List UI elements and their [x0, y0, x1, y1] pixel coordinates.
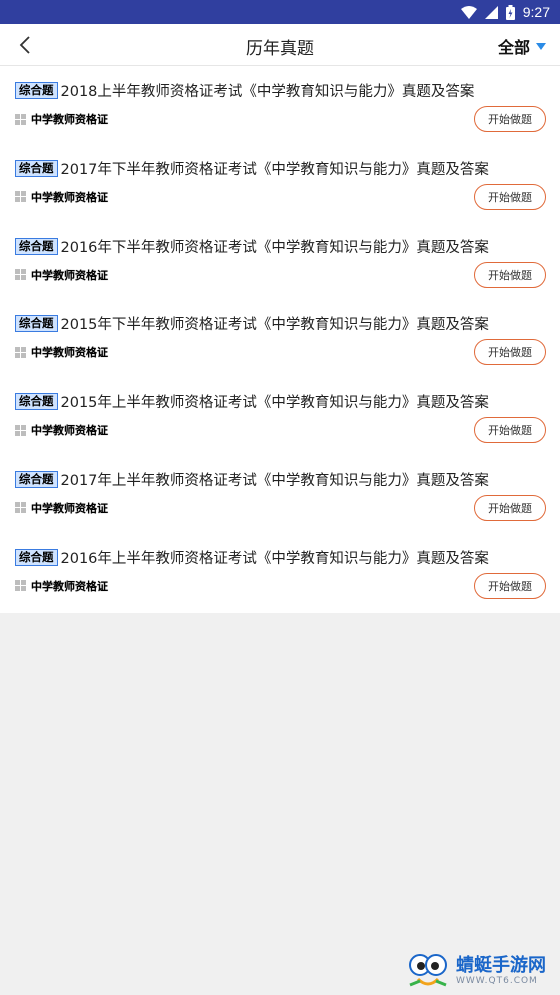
item-title-row: 综合题 2016年上半年教师资格证考试《中学教育知识与能力》真题及答案	[15, 547, 489, 568]
grid-icon	[15, 580, 26, 592]
watermark-url: WWW.QT6.COM	[456, 976, 538, 986]
item-category: 中学教师资格证	[31, 501, 108, 515]
item-meta: 中学教师资格证	[15, 500, 108, 516]
question-type-tag: 综合题	[15, 237, 58, 255]
filter-dropdown[interactable]: 全部	[498, 34, 546, 58]
item-meta: 中学教师资格证	[15, 267, 108, 283]
item-category: 中学教师资格证	[31, 579, 108, 593]
list-item[interactable]: 综合题 2017年下半年教师资格证考试《中学教育知识与能力》真题及答案中学教师资格…	[0, 144, 560, 222]
battery-icon	[505, 4, 515, 20]
question-type-tag: 综合题	[15, 159, 58, 177]
caret-down-icon	[536, 42, 546, 50]
item-meta: 中学教师资格证	[15, 344, 108, 360]
signal-icon	[484, 5, 498, 19]
grid-icon	[15, 424, 26, 436]
item-title-row: 综合题 2015年下半年教师资格证考试《中学教育知识与能力》真题及答案	[15, 313, 489, 334]
item-category: 中学教师资格证	[31, 424, 108, 438]
item-title-row: 综合题 2015年上半年教师资格证考试《中学教育知识与能力》真题及答案	[15, 391, 489, 412]
exam-list: 综合题 2018上半年教师资格证考试《中学教育知识与能力》真题及答案 中学教师资格证…	[0, 66, 560, 613]
item-category: 中学教师资格证	[31, 113, 108, 126]
status-time: 9:27	[522, 4, 550, 20]
item-category: 中学教师资格证	[31, 346, 108, 360]
grid-icon	[15, 191, 26, 203]
item-meta: 中学教师资格证	[15, 422, 108, 438]
question-type-tag: 综合题	[15, 82, 58, 99]
list-item[interactable]: 综合题 2017年上半年教师资格证考试《中学教育知识与能力》真题及答案中学教师资格…	[0, 455, 560, 533]
question-type-tag: 综合题	[15, 548, 58, 566]
wifi-icon	[460, 5, 477, 19]
item-title: 2016年上半年教师资格证考试《中学教育知识与能力》真题及答案	[60, 550, 489, 567]
grid-icon	[15, 113, 26, 125]
item-meta: 中学教师资格证	[15, 578, 108, 594]
start-practice-button[interactable]: 开始做题	[474, 261, 546, 288]
grid-icon	[15, 502, 26, 514]
start-practice-button[interactable]: 开始做题	[474, 417, 546, 444]
item-title-row: 综合题 2018上半年教师资格证考试《中学教育知识与能力》真题及答案	[15, 80, 474, 101]
filter-label: 全部	[497, 38, 530, 57]
item-title: 2017年下半年教师资格证考试《中学教育知识与能力》真题及答案	[60, 161, 489, 178]
item-title: 2015年下半年教师资格证考试《中学教育知识与能力》真题及答案	[60, 317, 489, 334]
watermark-name: 蜻蜓手游网	[456, 955, 546, 976]
toolbar: 历年真题 全部	[0, 24, 560, 66]
item-title: 2018上半年教师资格证考试《中学教育知识与能力》真题及答案	[60, 84, 475, 100]
item-title: 2017年上半年教师资格证考试《中学教育知识与能力》真题及答案	[60, 472, 489, 489]
item-category: 中学教师资格证	[31, 190, 108, 204]
question-type-tag: 综合题	[15, 470, 58, 488]
question-type-tag: 综合题	[15, 393, 58, 411]
page-title: 历年真题	[246, 39, 314, 59]
start-practice-button[interactable]: 开始做题	[474, 106, 546, 132]
question-type-tag: 综合题	[15, 315, 58, 333]
item-title-row: 综合题 2017年下半年教师资格证考试《中学教育知识与能力》真题及答案	[15, 158, 489, 179]
watermark: 蜻蜓手游网 WWW.QT6.COM	[406, 951, 556, 991]
grid-icon	[15, 269, 26, 281]
start-practice-button[interactable]: 开始做题	[474, 339, 546, 366]
start-practice-button[interactable]: 开始做题	[474, 572, 546, 599]
start-practice-button[interactable]: 开始做题	[474, 494, 546, 521]
list-item[interactable]: 综合题 2015年上半年教师资格证考试《中学教育知识与能力》真题及答案中学教师资格…	[0, 377, 560, 455]
item-title: 2016年下半年教师资格证考试《中学教育知识与能力》真题及答案	[60, 239, 489, 256]
start-practice-button[interactable]: 开始做题	[474, 183, 546, 210]
list-item[interactable]: 综合题 2015年下半年教师资格证考试《中学教育知识与能力》真题及答案中学教师资格…	[0, 299, 560, 377]
item-title-row: 综合题 2016年下半年教师资格证考试《中学教育知识与能力》真题及答案	[15, 236, 489, 257]
status-bar: 9:27	[0, 0, 560, 24]
list-item[interactable]: 综合题 2016年上半年教师资格证考试《中学教育知识与能力》真题及答案中学教师资格…	[0, 533, 560, 611]
dragonfly-logo-icon	[409, 954, 447, 987]
item-category: 中学教师资格证	[31, 268, 108, 282]
item-title: 2015年上半年教师资格证考试《中学教育知识与能力》真题及答案	[60, 395, 489, 412]
item-title-row: 综合题 2017年上半年教师资格证考试《中学教育知识与能力》真题及答案	[15, 469, 489, 490]
list-item[interactable]: 综合题 2018上半年教师资格证考试《中学教育知识与能力》真题及答案中学教师资格证…	[0, 66, 560, 144]
grid-icon	[15, 346, 26, 358]
item-meta: 中学教师资格证	[15, 189, 108, 205]
list-item[interactable]: 综合题 2016年下半年教师资格证考试《中学教育知识与能力》真题及答案中学教师资格…	[0, 222, 560, 300]
item-meta: 中学教师资格证	[15, 111, 108, 127]
